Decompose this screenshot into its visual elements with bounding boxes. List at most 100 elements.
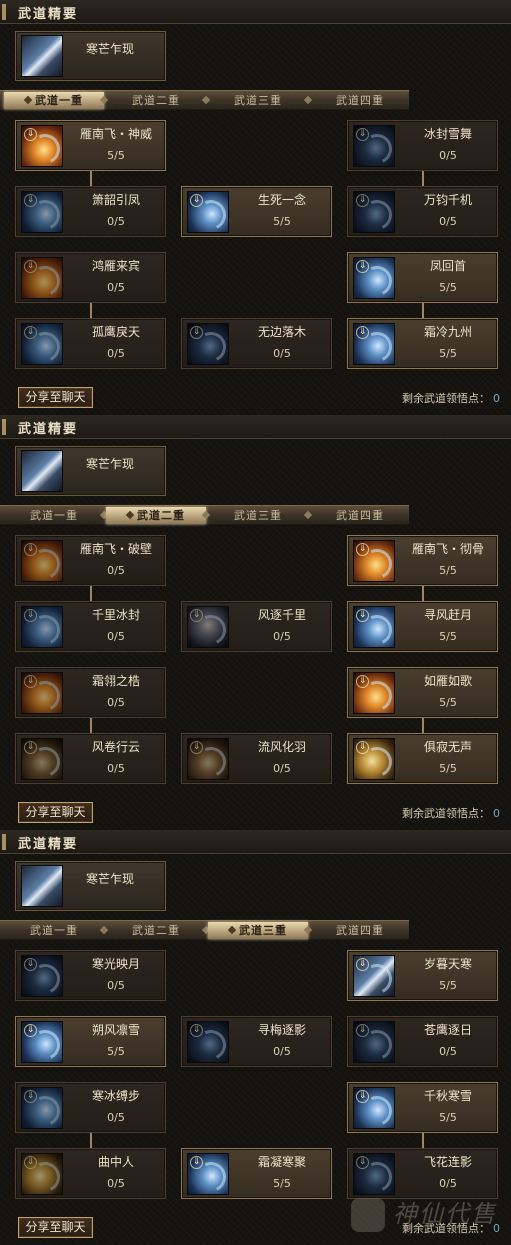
skill-points: 0/5 (107, 762, 125, 775)
skill-card[interactable]: ⇓ 鸿雁来宾 0/5 (15, 252, 166, 303)
share-to-chat-button[interactable]: 分享至聊天 (18, 387, 93, 408)
blade-skill-icon (21, 865, 63, 907)
section-title: 武道精要 (18, 7, 79, 22)
skill-card[interactable]: ⇓ 风卷行云 0/5 (15, 733, 166, 784)
skill-card[interactable]: ⇓ 霜翎之梏 0/5 (15, 667, 166, 718)
tab-tier-4[interactable]: 武道四重 (310, 507, 410, 524)
skill-card[interactable]: ⇓ 雁南飞・破壁 0/5 (15, 535, 166, 586)
skill-card[interactable]: ⇓ 凤回首 5/5 (347, 252, 498, 303)
share-to-chat-button[interactable]: 分享至聊天 (18, 1217, 93, 1238)
skill-card[interactable]: ⇓ 箫韶引凤 0/5 (15, 186, 166, 237)
skill-icon: ⇓ (353, 738, 395, 780)
skill-points: 0/5 (107, 281, 125, 294)
remaining-points: 剩余武道领悟点： 0 (330, 390, 500, 406)
skill-name: 寒光映月 (91, 957, 140, 971)
skill-connector-line (422, 1133, 424, 1148)
skill-type-badge-icon: ⇓ (190, 609, 203, 622)
skill-card[interactable]: ⇓ 万钧千机 0/5 (347, 186, 498, 237)
skill-icon: ⇓ (21, 540, 63, 582)
skill-card[interactable]: ⇓ 千秋寒雪 5/5 (347, 1082, 498, 1133)
section-header: 武道精要 (0, 830, 511, 854)
skill-icon: ⇓ (353, 1087, 395, 1129)
tab-label: 武道一重 (30, 509, 78, 522)
skill-icon: ⇓ (353, 257, 395, 299)
skill-icon: ⇓ (21, 323, 63, 365)
tab-tier-3[interactable]: 武道三重 (208, 922, 308, 939)
tab-tier-4[interactable]: 武道四重 (310, 922, 410, 939)
skill-name: 曲中人 (97, 1155, 134, 1169)
skill-card[interactable]: ⇓ 流风化羽 0/5 (181, 733, 332, 784)
skill-card[interactable]: ⇓ 寒冰缚步 0/5 (15, 1082, 166, 1133)
skill-name: 寒冰缚步 (91, 1089, 140, 1103)
skill-icon: ⇓ (353, 1021, 395, 1063)
diamond-icon (125, 510, 135, 520)
skill-card[interactable]: ⇓ 寒光映月 0/5 (15, 950, 166, 1001)
swirl-icon (191, 610, 228, 647)
skill-name: 寻风赶月 (423, 608, 472, 622)
skill-card[interactable]: ⇓ 风逐千里 0/5 (181, 601, 332, 652)
skill-icon: ⇓ (353, 955, 395, 997)
section-title: 武道精要 (18, 422, 79, 437)
skill-card[interactable]: ⇓ 寻梅逐影 0/5 (181, 1016, 332, 1067)
swirl-icon (191, 742, 228, 779)
skill-type-badge-icon: ⇓ (356, 958, 369, 971)
share-to-chat-button[interactable]: 分享至聊天 (18, 802, 93, 823)
skill-card[interactable]: ⇓ 如雁如歌 5/5 (347, 667, 498, 718)
skill-name: 万钧千机 (423, 193, 472, 207)
skill-type-badge-icon: ⇓ (24, 1024, 37, 1037)
tab-tier-2[interactable]: 武道二重 (106, 922, 206, 939)
skill-card[interactable]: ⇓ 寻风赶月 5/5 (347, 601, 498, 652)
essence-skill-card[interactable]: 寒芒乍现 (15, 31, 166, 81)
skill-points: 0/5 (273, 762, 291, 775)
skill-name: 苍鹰逐日 (423, 1023, 472, 1037)
skill-card[interactable]: ⇓ 岁暮天寒 5/5 (347, 950, 498, 1001)
watermark: 神仙代售 (345, 1192, 505, 1240)
skill-card[interactable]: ⇓ 霜冷九州 5/5 (347, 318, 498, 369)
swirl-icon (25, 261, 62, 298)
skill-card[interactable]: ⇓ 朔风凛雪 5/5 (15, 1016, 166, 1067)
tab-tier-2[interactable]: 武道二重 (106, 92, 206, 109)
skill-type-badge-icon: ⇓ (24, 128, 37, 141)
skill-type-badge-icon: ⇓ (356, 326, 369, 339)
skill-card[interactable]: ⇓ 俱寂无声 5/5 (347, 733, 498, 784)
remaining-points-value: 0 (493, 392, 500, 405)
essence-skill-card[interactable]: 寒芒乍现 (15, 446, 166, 496)
tab-tier-1[interactable]: 武道一重 (4, 92, 104, 109)
tab-tier-3[interactable]: 武道三重 (208, 92, 308, 109)
skill-type-badge-icon: ⇓ (190, 1156, 203, 1169)
tab-tier-4[interactable]: 武道四重 (310, 92, 410, 109)
skill-connector-line (90, 718, 92, 733)
skill-card[interactable]: ⇓ 孤鹰戾天 0/5 (15, 318, 166, 369)
skill-card[interactable]: ⇓ 生死一念 5/5 (181, 186, 332, 237)
essence-skill-card[interactable]: 寒芒乍现 (15, 861, 166, 911)
skill-card[interactable]: ⇓ 无边落木 0/5 (181, 318, 332, 369)
tab-tier-3[interactable]: 武道三重 (208, 507, 308, 524)
skill-name: 冰封雪舞 (423, 127, 472, 141)
tier-tab-bar: 武道一重 武道二重 武道三重 武道四重 (0, 920, 409, 940)
skill-points: 5/5 (439, 347, 457, 360)
skill-card[interactable]: ⇓ 冰封雪舞 0/5 (347, 120, 498, 171)
tab-tier-1[interactable]: 武道一重 (4, 922, 104, 939)
skill-card[interactable]: ⇓ 霜凝寒聚 5/5 (181, 1148, 332, 1199)
skill-card[interactable]: ⇓ 苍鹰逐日 0/5 (347, 1016, 498, 1067)
swirl-icon (25, 676, 62, 713)
skill-icon: ⇓ (21, 606, 63, 648)
skill-type-badge-icon: ⇓ (356, 741, 369, 754)
skill-card[interactable]: ⇓ 千里冰封 0/5 (15, 601, 166, 652)
skill-points: 0/5 (273, 347, 291, 360)
skill-name: 如雁如歌 (423, 674, 472, 688)
skill-card[interactable]: ⇓ 雁南飞・神威 5/5 (15, 120, 166, 171)
skill-name: 寻梅逐影 (257, 1023, 306, 1037)
swirl-icon (25, 327, 62, 364)
skill-card[interactable]: ⇓ 曲中人 0/5 (15, 1148, 166, 1199)
diamond-icon (23, 95, 33, 105)
tab-label: 武道四重 (336, 924, 384, 937)
remaining-points-label: 剩余武道领悟点： (402, 807, 490, 820)
remaining-points-value: 0 (493, 807, 500, 820)
skill-card[interactable]: ⇓ 雁南飞・彻骨 5/5 (347, 535, 498, 586)
skill-points: 0/5 (107, 215, 125, 228)
skill-icon: ⇓ (353, 606, 395, 648)
tab-tier-2[interactable]: 武道二重 (106, 507, 206, 524)
skill-name: 流风化羽 (257, 740, 306, 754)
tab-tier-1[interactable]: 武道一重 (4, 507, 104, 524)
